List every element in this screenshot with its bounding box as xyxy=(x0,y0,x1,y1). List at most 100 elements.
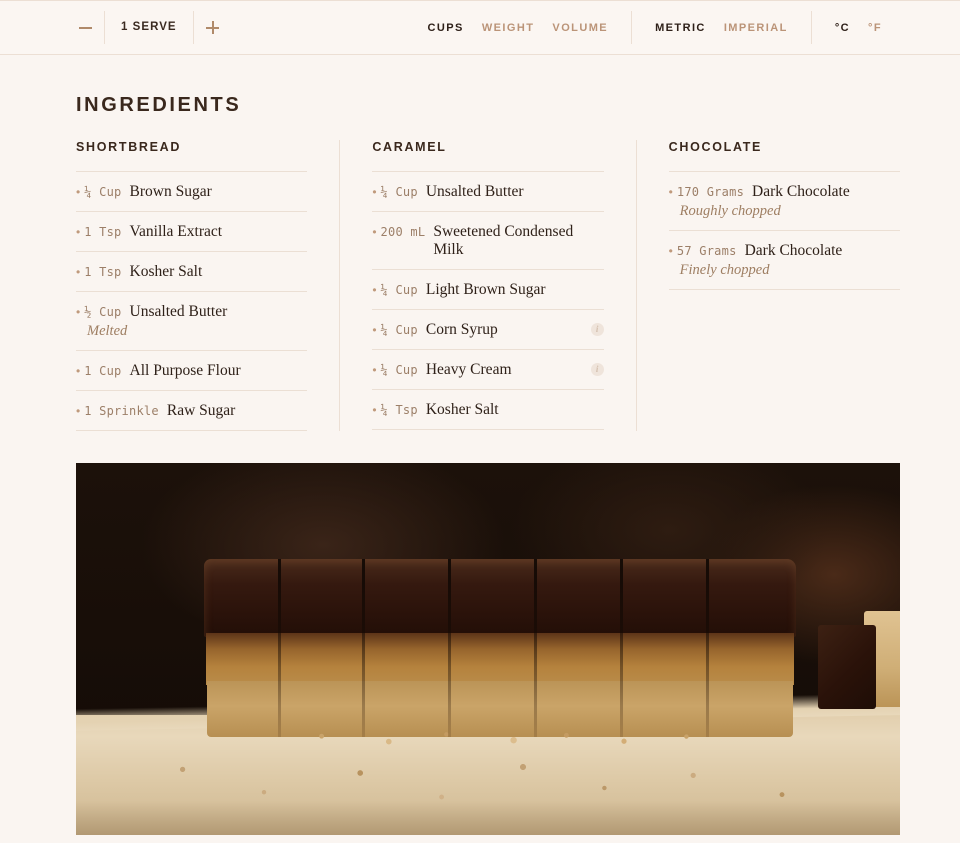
ingredient-line: • 1 Tsp Kosher Salt xyxy=(76,263,307,281)
ingredient-row[interactable]: • 1 Tsp Kosher Salt xyxy=(76,252,308,292)
ingredient-amount: ½ Cup xyxy=(84,305,122,319)
ingredient-amount: ¼ Cup xyxy=(380,185,418,199)
temperature-toggle-group: °C °F xyxy=(810,11,905,44)
slice-cut xyxy=(278,559,281,737)
ingredient-row[interactable]: • ½ Cup Unsalted Butter Melted xyxy=(76,292,308,351)
ingredient-amount: ¼ Cup xyxy=(380,283,418,297)
bullet-icon: • xyxy=(372,363,377,377)
ingredient-row[interactable]: • ¼ Cup Unsalted Butter xyxy=(372,172,604,212)
slice-cut xyxy=(448,559,451,737)
ingredient-row[interactable]: • 200 mL Sweetened Condensed Milk xyxy=(372,212,604,270)
ingredient-name: Dark Chocolate xyxy=(744,242,843,259)
ingredient-note: Roughly chopped xyxy=(679,203,781,219)
ingredient-amount: ¼ Tsp xyxy=(380,403,418,417)
info-icon[interactable]: i xyxy=(590,363,604,376)
bullet-icon: • xyxy=(76,364,81,378)
toggle-celsius[interactable]: °C xyxy=(826,22,859,34)
servings-stepper[interactable]: 1 SERVE xyxy=(66,11,232,44)
ingredient-row[interactable]: • 1 Sprinkle Raw Sugar xyxy=(76,391,308,431)
bullet-icon: • xyxy=(76,404,81,418)
info-icon[interactable]: i xyxy=(590,323,604,336)
ingredient-row[interactable]: • ¼ Cup Light Brown Sugar xyxy=(372,270,604,310)
plus-icon xyxy=(206,21,220,34)
bullet-icon: • xyxy=(76,185,81,199)
bullet-icon: • xyxy=(668,185,673,199)
slice-cut xyxy=(620,559,623,737)
servings-value[interactable]: 1 SERVE xyxy=(104,11,194,44)
ingredient-name: Raw Sugar xyxy=(166,402,236,419)
ingredient-line: • ¼ Tsp Kosher Salt xyxy=(372,401,603,419)
toggle-fahrenheit[interactable]: °F xyxy=(859,22,891,34)
ingredient-amount: 200 mL xyxy=(380,225,426,239)
ingredient-list: • ¼ Cup Brown Sugar • 1 Tsp Vanilla Extract • 1… xyxy=(76,171,308,431)
unit-toggles: CUPS WEIGHT VOLUME METRIC IMPERIAL °C °F xyxy=(405,11,905,44)
ingredient-name: Dark Chocolate xyxy=(752,183,850,200)
toggle-metric[interactable]: METRIC xyxy=(646,22,715,34)
ingredient-line: • ¼ Cup Brown Sugar xyxy=(76,183,307,201)
ingredient-row[interactable]: • ¼ Tsp Kosher Salt xyxy=(372,390,604,430)
bullet-icon: • xyxy=(372,283,377,297)
ingredient-line: • 1 Cup All Purpose Flour xyxy=(76,362,307,380)
slab-crumbs xyxy=(264,729,744,747)
toggle-imperial[interactable]: IMPERIAL xyxy=(715,22,797,34)
column-heading: CHOCOLATE xyxy=(668,140,763,154)
ingredient-list: • 170 Grams Dark Chocolate Roughly chopped •… xyxy=(668,171,900,290)
toggle-weight[interactable]: WEIGHT xyxy=(473,22,544,34)
ingredient-name: Kosher Salt xyxy=(425,401,499,418)
ingredient-row[interactable]: • ¼ Cup Heavy Cream i xyxy=(372,350,604,390)
bullet-icon: • xyxy=(372,323,377,337)
ingredient-amount: ¼ Cup xyxy=(84,185,122,199)
ingredient-name: Corn Syrup xyxy=(425,321,498,338)
ingredient-note: Finely chopped xyxy=(679,262,770,278)
toggle-volume[interactable]: VOLUME xyxy=(543,22,617,34)
ingredient-name: Heavy Cream xyxy=(425,361,512,378)
ingredient-row[interactable]: • 1 Cup All Purpose Flour xyxy=(76,351,308,391)
ingredient-line: • ¼ Cup Unsalted Butter xyxy=(372,183,603,201)
minus-icon xyxy=(78,26,92,29)
ingredient-row[interactable]: • 170 Grams Dark Chocolate Roughly chopped xyxy=(668,172,900,231)
ingredient-amount: 1 Tsp xyxy=(84,265,122,279)
bullet-icon: • xyxy=(372,225,377,239)
system-toggle-group: METRIC IMPERIAL xyxy=(631,11,811,44)
shortbread-slab xyxy=(204,559,796,749)
ingredient-name: All Purpose Flour xyxy=(129,362,241,379)
measure-toggle-group: CUPS WEIGHT VOLUME xyxy=(405,11,632,44)
ingredient-line: • 57 Grams Dark Chocolate xyxy=(669,242,900,260)
ingredient-row[interactable]: • ¼ Cup Corn Syrup i xyxy=(372,310,604,350)
toggle-cups[interactable]: CUPS xyxy=(419,22,473,34)
bullet-icon: • xyxy=(668,244,673,258)
ingredient-line: • ¼ Cup Light Brown Sugar xyxy=(372,281,603,299)
ingredient-column: SHORTBREAD • ¼ Cup Brown Sugar • 1 Tsp Vanilla… xyxy=(76,140,308,431)
separate-bar-piece xyxy=(818,611,900,721)
slice-cut xyxy=(534,559,537,737)
ingredient-note: Melted xyxy=(87,323,128,339)
ingredient-list: • ¼ Cup Unsalted Butter • 200 mL Sweetened Co… xyxy=(372,171,604,430)
page-title: INGREDIENTS xyxy=(76,94,242,116)
ingredients-columns: SHORTBREAD • ¼ Cup Brown Sugar • 1 Tsp Vanilla… xyxy=(76,140,900,431)
ingredient-row[interactable]: • ¼ Cup Brown Sugar xyxy=(76,172,308,212)
decrease-servings-button[interactable] xyxy=(66,11,104,44)
bullet-icon: • xyxy=(76,305,81,319)
ingredient-row[interactable]: • 57 Grams Dark Chocolate Finely chopped xyxy=(668,231,900,290)
ingredient-row[interactable]: • 1 Tsp Vanilla Extract xyxy=(76,212,308,252)
ingredient-column: CARAMEL • ¼ Cup Unsalted Butter • 200 mL Sweet… xyxy=(339,140,604,431)
ingredient-name: Light Brown Sugar xyxy=(425,281,546,298)
ingredient-line: • ¼ Cup Corn Syrup xyxy=(372,321,603,339)
recipe-photo xyxy=(76,463,900,835)
ingredient-name: Kosher Salt xyxy=(129,263,203,280)
increase-servings-button[interactable] xyxy=(194,11,232,44)
ingredient-line: • ¼ Cup Heavy Cream xyxy=(372,361,603,379)
ingredient-amount: ¼ Cup xyxy=(380,323,418,337)
ingredient-line: • ½ Cup Unsalted Butter xyxy=(76,303,307,321)
ingredient-name: Vanilla Extract xyxy=(129,223,223,240)
ingredient-amount: 1 Tsp xyxy=(84,225,122,239)
board-crumbs xyxy=(116,755,856,815)
slice-cut xyxy=(706,559,709,737)
bullet-icon: • xyxy=(76,265,81,279)
ingredient-amount: 57 Grams xyxy=(676,244,737,258)
ingredient-column: CHOCOLATE • 170 Grams Dark Chocolate Roughly… xyxy=(635,140,900,431)
slice-cut xyxy=(362,559,365,737)
bullet-icon: • xyxy=(372,185,377,199)
column-heading: CARAMEL xyxy=(372,140,447,154)
toolbar: 1 SERVE CUPS WEIGHT VOLUME METRIC IMPERI… xyxy=(0,0,960,55)
